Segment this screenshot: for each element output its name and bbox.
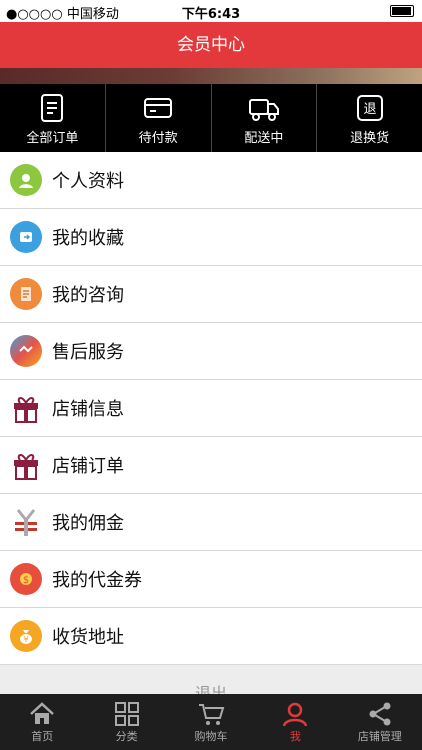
svg-text:$: $ [23,575,29,586]
profile-banner [0,68,422,84]
menu-item-label: 店铺订单 [52,456,124,477]
tab-category[interactable]: 分类 [84,694,168,750]
profile-icon [10,164,42,196]
document-icon [41,93,64,122]
tab-store-manage[interactable]: 店铺管理 [338,694,422,750]
favorite-icon [10,221,42,253]
tab-cart[interactable]: 购物车 [169,694,253,750]
page-title: 会员中心 [0,22,422,68]
menu-item-label: 店铺信息 [52,399,124,420]
order-shortcuts: 全部订单 待付款 配送中 退 退换货 [0,84,422,152]
menu-item-coupons[interactable]: $ 我的代金券 [0,551,422,608]
menu-item-address[interactable]: ¥ 收货地址 [0,608,422,665]
yen-icon [10,506,42,538]
menu-item-after-sale[interactable]: 售后服务 [0,323,422,380]
tab-label: 首页 [31,730,54,743]
status-bar: ●○○○○ 中国移动 下午6:43 [0,0,422,22]
gift-icon [10,392,42,424]
order-return-button[interactable]: 退 退换货 [317,84,422,152]
clock: 下午6:43 [181,7,241,22]
menu-item-label: 我的佣金 [52,513,124,534]
consult-icon [10,278,42,310]
menu-item-label: 收货地址 [52,627,124,648]
menu-item-label: 我的咨询 [52,285,124,306]
tab-me[interactable]: 我 [253,694,337,750]
menu-item-store-info[interactable]: 店铺信息 [0,380,422,437]
order-shipping-button[interactable]: 配送中 [212,84,318,152]
tab-label: 我 [289,730,301,743]
menu-item-profile[interactable]: 个人资料 [0,152,422,209]
menu-item-label: 个人资料 [52,171,124,192]
menu-item-commission[interactable]: 我的佣金 [0,494,422,551]
order-unpaid-button[interactable]: 待付款 [106,84,212,152]
gift-icon [10,449,42,481]
truck-icon [248,98,279,121]
tab-home[interactable]: 首页 [0,694,84,750]
home-icon [30,702,55,724]
money-bag-icon: ¥ [10,620,42,652]
order-shipping-label: 配送中 [244,130,284,146]
card-icon [144,97,173,118]
coupon-icon: $ [10,563,42,595]
order-all-label: 全部订单 [26,130,79,146]
battery-icon [386,3,414,18]
cart-icon [199,704,225,725]
menu-item-consult[interactable]: 我的咨询 [0,266,422,323]
menu-item-label: 我的代金券 [52,570,142,591]
tab-label: 分类 [115,730,138,743]
order-return-label: 退换货 [350,130,390,146]
after-sale-icon [10,335,42,367]
tab-bar: 首页 分类 购物车 我 店铺管理 [0,694,422,750]
menu-item-label: 售后服务 [52,342,124,363]
order-all-button[interactable]: 全部订单 [0,84,106,152]
tab-label: 店铺管理 [357,730,402,743]
menu-item-favorites[interactable]: 我的收藏 [0,209,422,266]
tab-label: 购物车 [194,730,228,743]
svg-text:¥: ¥ [23,635,28,644]
return-icon: 退 [356,94,383,121]
member-menu: 个人资料 我的收藏 我的咨询 售后服务 店铺信息 店铺订单 我的佣金 $ 我的代… [0,152,422,665]
svg-text:退: 退 [363,102,376,117]
menu-item-label: 我的收藏 [52,228,124,249]
user-icon [283,702,308,727]
order-unpaid-label: 待付款 [138,130,178,146]
menu-item-store-orders[interactable]: 店铺订单 [0,437,422,494]
share-icon [369,702,391,726]
category-icon [114,702,139,726]
